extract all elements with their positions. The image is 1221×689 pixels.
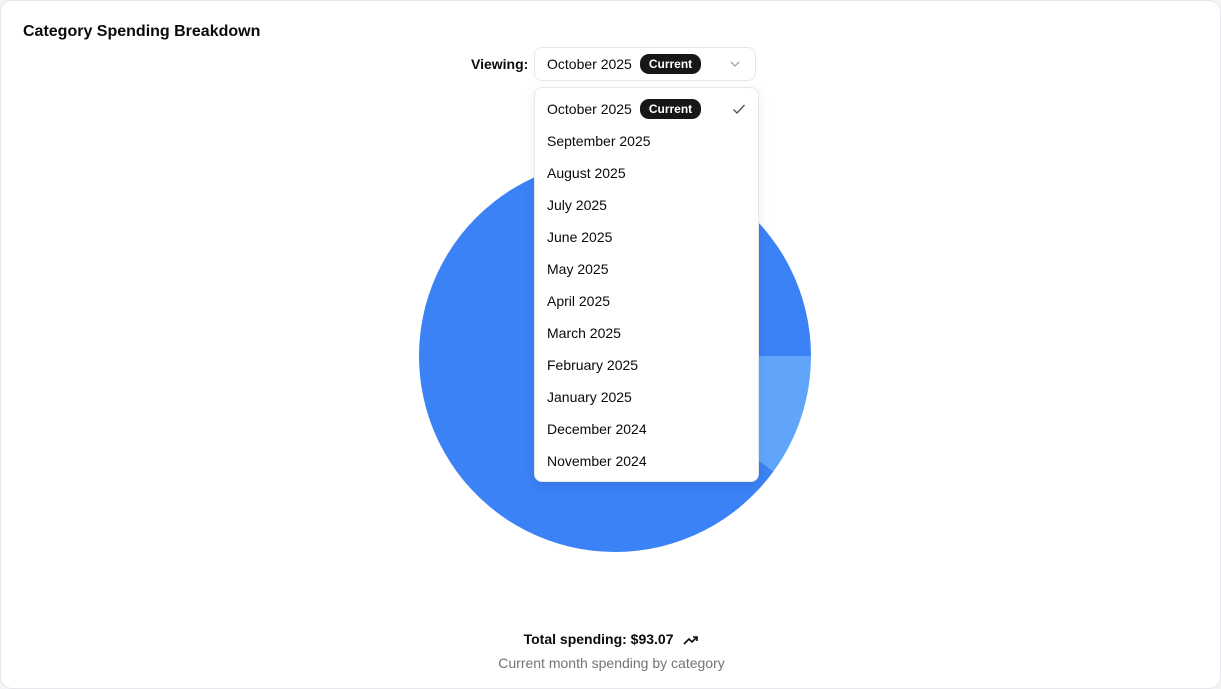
menu-option[interactable]: February 2025 [535, 349, 758, 381]
menu-option[interactable]: July 2025 [535, 189, 758, 221]
chevron-down-icon [730, 61, 740, 67]
menu-option[interactable]: March 2025 [535, 317, 758, 349]
menu-option-label: July 2025 [547, 197, 607, 213]
menu-option-label: October 2025 [547, 101, 632, 117]
menu-option-label: January 2025 [547, 389, 632, 405]
menu-option-label: May 2025 [547, 261, 609, 277]
chart-subtitle: Current month spending by category [498, 655, 725, 671]
current-badge: Current [639, 99, 702, 119]
current-badge: Current [639, 54, 702, 74]
total-spending: Total spending: $93.07 [1, 631, 1221, 647]
spending-card: Category Spending Breakdown Viewing: Oct… [0, 0, 1221, 689]
menu-option[interactable]: January 2025 [535, 381, 758, 413]
menu-option-label: April 2025 [547, 293, 611, 309]
viewing-label: Viewing: [471, 56, 529, 72]
menu-option[interactable]: June 2025 [535, 221, 758, 253]
menu-option-label: December 2024 [547, 421, 647, 437]
menu-option[interactable]: October 2025 Current [535, 93, 758, 125]
menu-option-label: February 2025 [547, 357, 639, 373]
menu-option[interactable]: November 2024 [535, 445, 758, 477]
total-spending-text: Total spending: $93.07 [523, 631, 674, 647]
menu-option-label: November 2024 [547, 453, 647, 469]
period-select[interactable]: October 2025 Current [534, 47, 756, 81]
menu-option-label: June 2025 [547, 229, 613, 245]
menu-option[interactable]: May 2025 [535, 253, 758, 285]
period-select-value: October 2025 [547, 56, 632, 72]
check-icon [733, 104, 746, 115]
trending-up-icon [683, 636, 699, 645]
menu-option[interactable]: August 2025 [535, 157, 758, 189]
menu-option-label: September 2025 [547, 133, 651, 149]
menu-option[interactable]: December 2024 [535, 413, 758, 445]
period-dropdown-menu: October 2025 Current September 2025 August … [534, 87, 759, 482]
menu-option[interactable]: April 2025 [535, 285, 758, 317]
menu-option-label: August 2025 [547, 165, 626, 181]
card-title: Category Spending Breakdown [23, 23, 261, 40]
menu-option[interactable]: September 2025 [535, 125, 758, 157]
menu-option-label: March 2025 [547, 325, 621, 341]
